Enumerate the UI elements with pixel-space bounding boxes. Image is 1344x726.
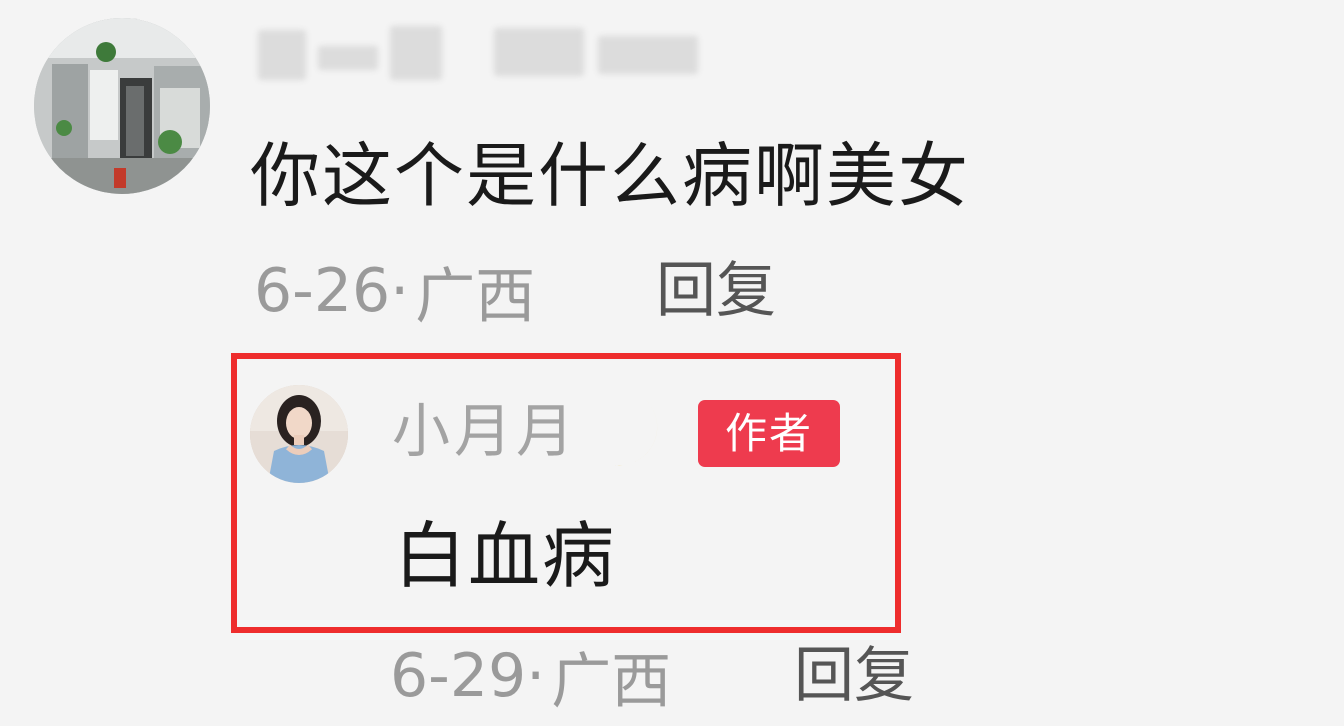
reply-button[interactable]: 回复 [656, 256, 776, 326]
username-blurred [258, 22, 703, 84]
comment-item: 你这个是什么病啊美女 6-26 · 广西 回复 [0, 0, 1344, 340]
reply-date: 6-29 [390, 641, 527, 711]
comment-meta: 6-26 · 广西 [254, 256, 535, 332]
commenter-avatar[interactable] [34, 18, 210, 194]
author-name[interactable]: 小月月 [392, 396, 578, 466]
crescent-moon-icon [592, 400, 658, 466]
reply-button[interactable]: 回复 [794, 640, 914, 712]
reply-location: 广西 [551, 646, 672, 717]
meta-separator: · [390, 256, 410, 326]
comment-thread: 你这个是什么病啊美女 6-26 · 广西 回复 小月月 作者 白血病 6-29 … [0, 0, 1344, 726]
comment-location: 广西 [415, 261, 536, 332]
comment-text: 你这个是什么病啊美女 [250, 135, 970, 217]
meta-separator: · [526, 641, 546, 711]
author-badge: 作者 [698, 400, 840, 467]
author-avatar[interactable] [250, 385, 348, 483]
room-photo-avatar-icon [34, 18, 210, 194]
portrait-avatar-icon [250, 385, 348, 483]
comment-date: 6-26 [254, 256, 391, 326]
reply-meta: 6-29 · 广西 [390, 640, 671, 717]
reply-text: 白血病 [394, 514, 617, 598]
